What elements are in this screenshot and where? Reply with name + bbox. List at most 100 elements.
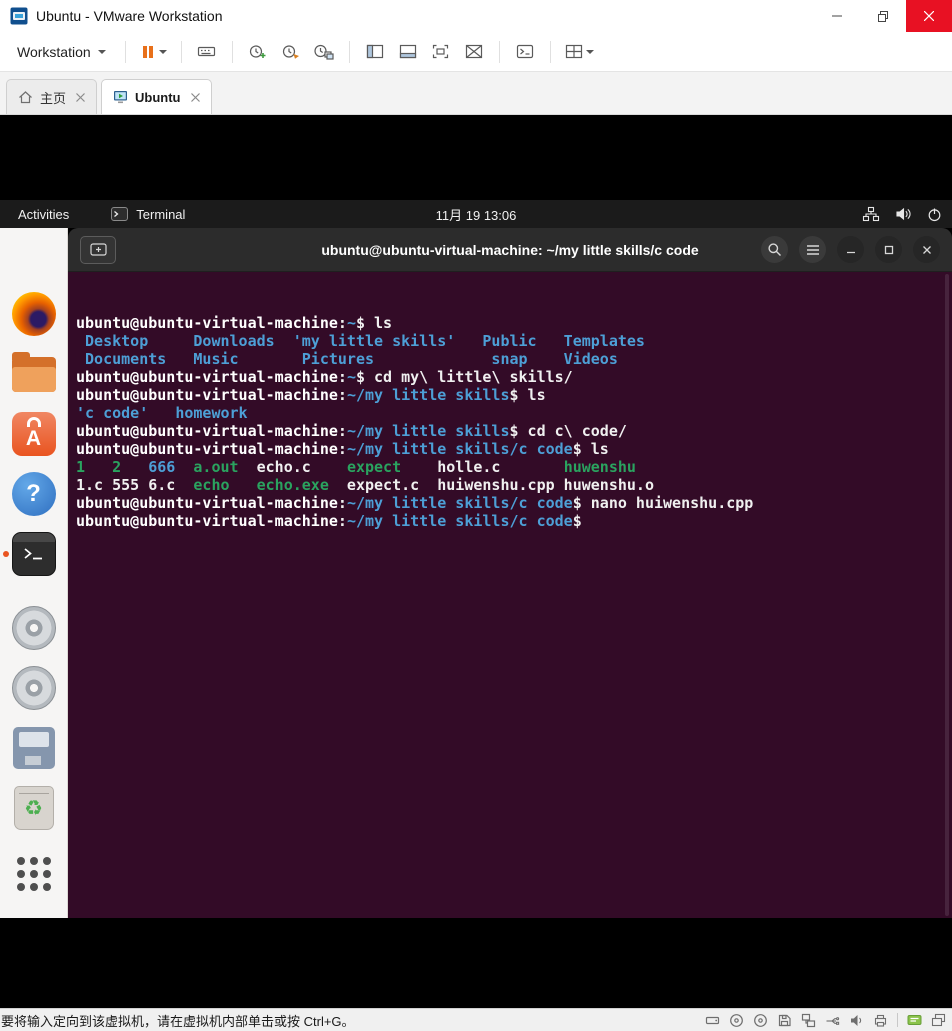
- dock-item-floppy-drive[interactable]: [0, 718, 68, 778]
- fullscreen-icon: [433, 44, 449, 59]
- dock-item-optical-disc-1[interactable]: [0, 598, 68, 658]
- pause-icon: [142, 45, 153, 58]
- vmware-statusbar: 要将输入定向到该虚拟机，请在虚拟机内部单击或按 Ctrl+G。: [0, 1008, 952, 1031]
- terminal-line: ubuntu@ubuntu-virtual-machine:~/my littl…: [76, 422, 952, 440]
- power-pause-button[interactable]: [136, 37, 171, 67]
- vmware-titlebar: Ubuntu - VMware Workstation: [0, 0, 952, 32]
- dock: A ? ♻: [0, 228, 68, 918]
- ctrl-alt-del-icon: [197, 46, 215, 57]
- unity-icon: [465, 44, 482, 59]
- dock-item-ubuntu-software[interactable]: A: [0, 404, 68, 464]
- home-icon: [19, 91, 32, 104]
- tab-home[interactable]: 主页: [6, 79, 98, 114]
- terminal-maximize-button[interactable]: [875, 236, 902, 263]
- floppy-icon[interactable]: [777, 1013, 792, 1028]
- terminal-minimize-button[interactable]: [837, 236, 864, 263]
- terminal-text: ~/my little skills: [346, 422, 510, 440]
- network-icon[interactable]: [801, 1013, 816, 1028]
- workstation-menu-button[interactable]: Workstation: [8, 39, 115, 65]
- system-status-area[interactable]: [862, 200, 942, 228]
- disc-icon: [11, 666, 56, 710]
- console-view-icon: [516, 44, 533, 59]
- fullscreen-button[interactable]: [426, 37, 456, 67]
- power-icon: [928, 208, 941, 221]
- terminal-line: ubuntu@ubuntu-virtual-machine:~$ ls: [76, 314, 952, 332]
- terminal-text: expect: [346, 458, 402, 476]
- terminal-icon: [11, 532, 56, 576]
- snapshot-revert-icon: [283, 45, 300, 59]
- tab-ubuntu-close-button[interactable]: [190, 92, 200, 102]
- library-panel-button[interactable]: [360, 37, 390, 67]
- restore-screen-icon[interactable]: [931, 1013, 946, 1028]
- terminal-line: Desktop Downloads 'my little skills' Pub…: [76, 332, 952, 350]
- terminal-scrollbar[interactable]: [945, 274, 949, 916]
- minimize-button[interactable]: [814, 0, 860, 32]
- cdrom2-icon[interactable]: [753, 1013, 768, 1028]
- capture-button[interactable]: [561, 37, 598, 67]
- unity-button[interactable]: [459, 37, 489, 67]
- terminal-close-button[interactable]: [913, 236, 940, 263]
- search-icon: [768, 243, 781, 256]
- snapshot-revert-button[interactable]: [276, 37, 306, 67]
- toolbar-separator: [180, 40, 182, 63]
- dock-item-files[interactable]: [0, 344, 68, 404]
- dock-item-terminal[interactable]: [0, 524, 68, 584]
- chevron-down-icon: [158, 49, 167, 54]
- tab-home-close-button[interactable]: [76, 92, 85, 102]
- snapshot-take-button[interactable]: [243, 37, 273, 67]
- message-icon[interactable]: [907, 1013, 922, 1028]
- terminal-text: ubuntu@ubuntu-virtual-machine: [76, 314, 338, 332]
- dock-item-app-grid[interactable]: [0, 844, 68, 904]
- new-tab-button[interactable]: [80, 235, 116, 264]
- terminal-text: :: [337, 512, 347, 530]
- thumbnail-bar-button[interactable]: [393, 37, 423, 67]
- console-view-button[interactable]: [510, 37, 540, 67]
- search-button[interactable]: [761, 236, 788, 263]
- terminal-text: ~: [346, 314, 356, 332]
- sound-icon[interactable]: [849, 1013, 864, 1028]
- floppy-drive-icon: [12, 727, 55, 769]
- maximize-icon: [884, 245, 893, 254]
- hdd-icon[interactable]: [705, 1013, 720, 1028]
- terminal-headerbar[interactable]: ubuntu@ubuntu-virtual-machine: ~/my litt…: [68, 228, 952, 272]
- cdrom-icon[interactable]: [729, 1013, 744, 1028]
- terminal-app-icon: [111, 207, 129, 221]
- dock-item-optical-disc-2[interactable]: [0, 658, 68, 718]
- printer-icon[interactable]: [873, 1013, 888, 1028]
- usb-icon[interactable]: [825, 1013, 840, 1028]
- vm-display[interactable]: Activities Terminal 11月 19 13:06 A ? ♻ u…: [0, 115, 952, 1008]
- terminal-body[interactable]: ubuntu@ubuntu-virtual-machine:~$ ls Desk…: [68, 272, 952, 918]
- ctrl-alt-del-button[interactable]: [192, 37, 222, 67]
- terminal-text: $ nano huiwenshu.cpp: [572, 494, 754, 512]
- files-icon: [11, 351, 56, 392]
- terminal-line: ubuntu@ubuntu-virtual-machine:~/my littl…: [76, 440, 952, 458]
- tree-icon: [862, 206, 880, 222]
- toolbar-separator: [348, 40, 350, 63]
- restore-button[interactable]: [860, 0, 906, 32]
- app-menu-button[interactable]: Terminal: [105, 207, 191, 222]
- disc-icon: [11, 606, 56, 650]
- dock-item-firefox[interactable]: [0, 284, 68, 344]
- activities-button[interactable]: Activities: [12, 207, 75, 222]
- tab-ubuntu[interactable]: Ubuntu: [101, 79, 212, 114]
- dock-item-help[interactable]: ?: [0, 464, 68, 524]
- new-tab-icon: [89, 243, 107, 256]
- close-icon: [76, 92, 85, 102]
- terminal-text: ubuntu@ubuntu-virtual-machine: [76, 368, 338, 386]
- terminal-text: Desktop Downloads 'my little skills' Pub…: [76, 332, 645, 350]
- snapshot-manager-button[interactable]: [309, 37, 339, 67]
- menu-button[interactable]: [799, 236, 826, 263]
- help-icon: ?: [11, 472, 56, 516]
- firefox-icon: [11, 292, 56, 336]
- terminal-text: echo: [193, 476, 230, 494]
- close-button[interactable]: [906, 0, 952, 32]
- dock-item-trash[interactable]: ♻: [0, 778, 68, 838]
- recycle-glyph: ♻: [24, 796, 43, 820]
- terminal-text: echo.exe: [256, 476, 329, 494]
- close-icon: [190, 92, 200, 102]
- terminal-text: ubuntu@ubuntu-virtual-machine: [76, 494, 338, 512]
- terminal-text: :: [337, 440, 347, 458]
